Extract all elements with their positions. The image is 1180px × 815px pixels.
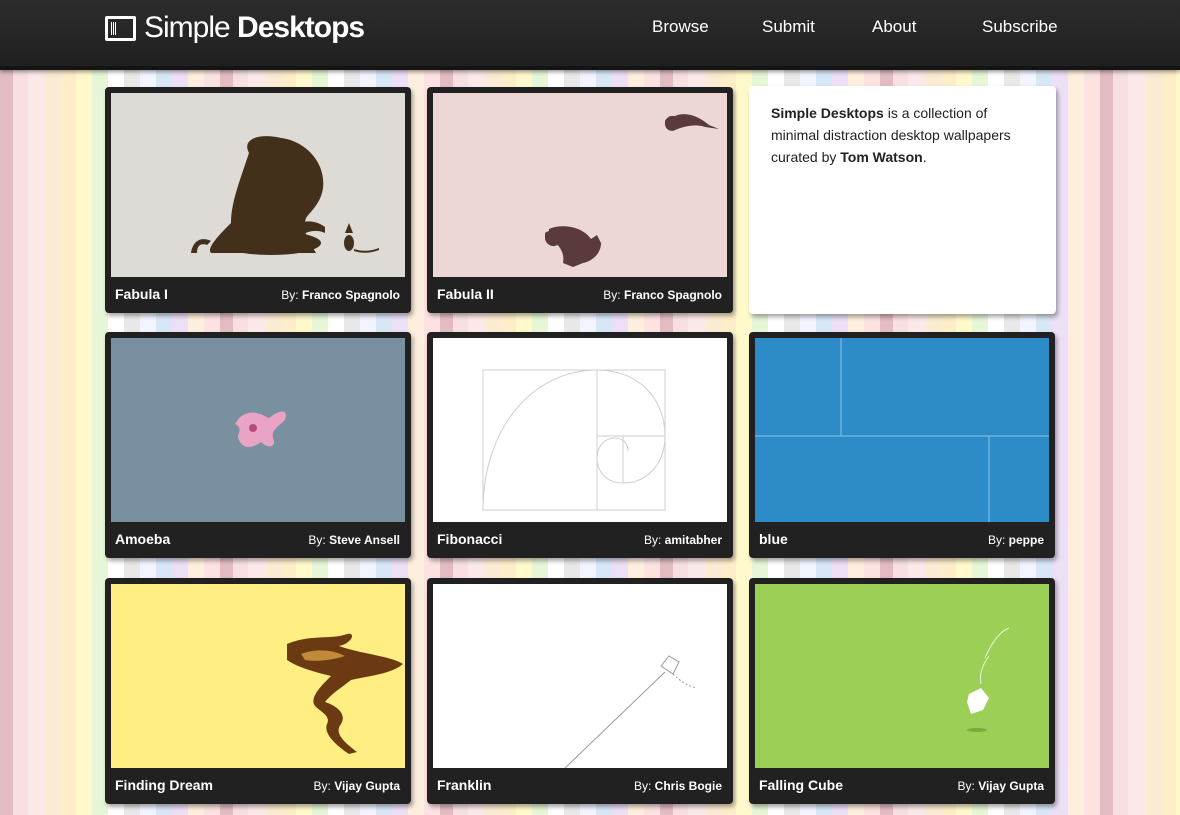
desktop-card-blue[interactable]: blue By: peppe — [749, 332, 1055, 558]
desktop-title[interactable]: Fibonacci — [437, 531, 502, 547]
wallpaper-thumbnail[interactable] — [111, 338, 405, 522]
wallpaper-thumbnail[interactable] — [111, 584, 405, 768]
desktop-title[interactable]: Finding Dream — [115, 777, 213, 793]
desktop-author: By: peppe — [987, 533, 1044, 547]
wallpaper-thumbnail[interactable] — [755, 584, 1049, 768]
wallpaper-thumbnail[interactable] — [433, 338, 727, 522]
blue-grid-illustration — [755, 338, 1049, 522]
desktop-title[interactable]: Fabula II — [437, 286, 494, 302]
desktop-card-falling-cube[interactable]: Falling Cube By: Vijay Gupta — [749, 578, 1055, 804]
desktop-author: By: Chris Bogie — [633, 779, 722, 793]
desktop-card-fabula-i[interactable]: Fabula I By: Franco Spagnolo — [105, 87, 411, 313]
ink-splash-illustration — [111, 584, 405, 768]
desktop-author: By: Steve Ansell — [308, 533, 400, 547]
desktop-card-franklin[interactable]: Franklin By: Chris Bogie — [427, 578, 733, 804]
lion-mouse-illustration — [111, 93, 405, 277]
fox-bird-illustration — [433, 93, 727, 277]
author-link[interactable]: Vijay Gupta — [978, 779, 1044, 793]
curator-link[interactable]: Tom Watson — [840, 149, 922, 165]
desktop-card-finding-dream[interactable]: Finding Dream By: Vijay Gupta — [105, 578, 411, 804]
author-link[interactable]: Franco Spagnolo — [624, 288, 722, 302]
wallpaper-thumbnail[interactable] — [433, 584, 727, 768]
desktop-title[interactable]: blue — [759, 531, 788, 547]
desktop-card-fibonacci[interactable]: Fibonacci By: amitabher — [427, 332, 733, 558]
nav-about[interactable]: About — [872, 17, 916, 37]
author-link[interactable]: Chris Bogie — [655, 779, 722, 793]
nav-browse[interactable]: Browse — [652, 17, 709, 37]
desktop-title[interactable]: Fabula I — [115, 286, 168, 302]
author-link[interactable]: peppe — [1009, 533, 1044, 547]
desktop-author: By: Vijay Gupta — [313, 779, 401, 793]
desktop-author: By: Franco Spagnolo — [281, 288, 400, 302]
desktop-title[interactable]: Franklin — [437, 777, 491, 793]
desktop-author: By: Vijay Gupta — [957, 779, 1045, 793]
desktop-card-amoeba[interactable]: Amoeba By: Steve Ansell — [105, 332, 411, 558]
author-link[interactable]: Franco Spagnolo — [302, 288, 400, 302]
wallpaper-thumbnail[interactable] — [755, 338, 1049, 522]
kite-illustration — [433, 584, 727, 768]
desktop-title[interactable]: Amoeba — [115, 531, 170, 547]
wallpaper-thumbnail[interactable] — [111, 93, 405, 277]
desktop-title[interactable]: Falling Cube — [759, 777, 843, 793]
author-link[interactable]: Steve Ansell — [329, 533, 400, 547]
falling-cube-illustration — [755, 584, 1049, 768]
author-link[interactable]: amitabher — [665, 533, 722, 547]
site-description: Simple Desktops is a collection of minim… — [749, 86, 1056, 314]
nav-subscribe[interactable]: Subscribe — [982, 17, 1058, 37]
site-header: Simple Desktops Browse Submit About Subs… — [0, 0, 1180, 70]
amoeba-illustration — [111, 338, 405, 522]
desktop-card-fabula-ii[interactable]: Fabula II By: Franco Spagnolo — [427, 87, 733, 313]
wallpaper-thumbnail[interactable] — [433, 93, 727, 277]
brand-name: Simple Desktops — [771, 105, 884, 121]
fibonacci-spiral-illustration — [433, 338, 727, 522]
desktop-author: By: Franco Spagnolo — [603, 288, 722, 302]
desktop-author: By: amitabher — [643, 533, 722, 547]
nav-submit[interactable]: Submit — [762, 17, 815, 37]
main-nav: Browse Submit About Subscribe — [0, 17, 1180, 39]
author-link[interactable]: Vijay Gupta — [334, 779, 400, 793]
